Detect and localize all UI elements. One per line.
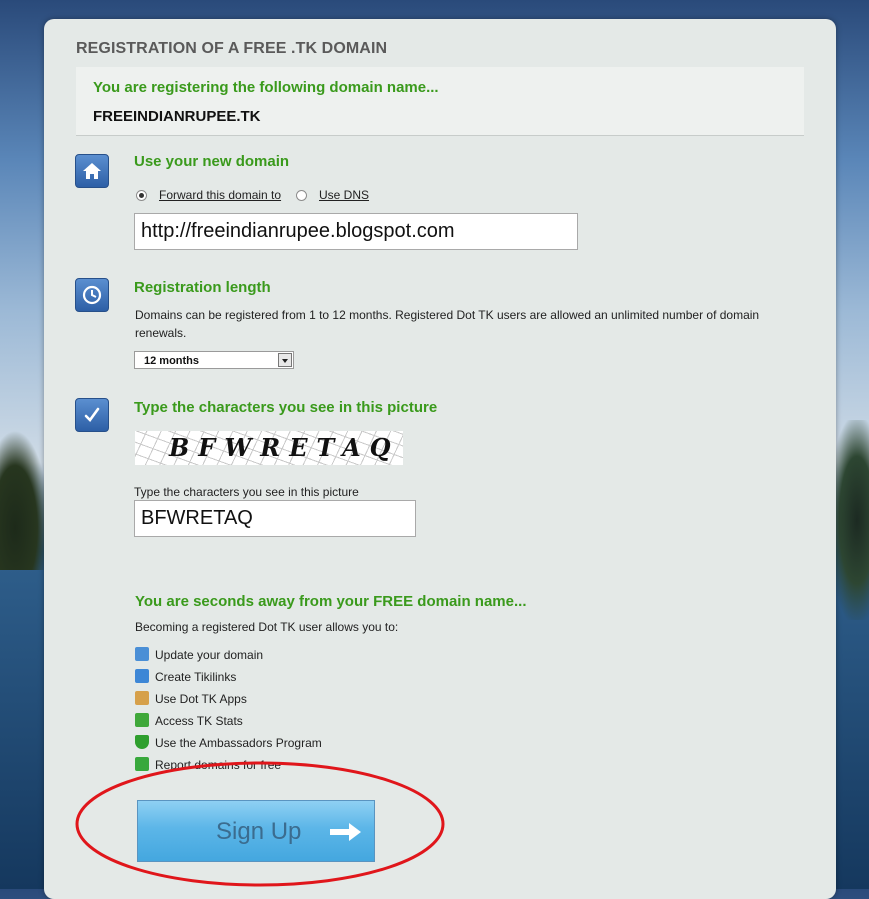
home-icon <box>75 154 109 188</box>
sign-up-label: Sign Up <box>216 818 302 845</box>
registration-card: REGISTRATION OF A FREE .TK DOMAIN You ar… <box>44 19 836 899</box>
captcha-title: Type the characters you see in this pict… <box>134 399 438 416</box>
shield-check-icon <box>135 735 149 749</box>
benefit-label: Use the Ambassadors Program <box>155 736 322 750</box>
dns-radio[interactable] <box>296 190 307 201</box>
chevron-down-icon[interactable] <box>278 353 292 367</box>
background-island-left <box>0 430 50 570</box>
captcha-image: BFWRETAQ <box>135 431 403 465</box>
page-title: REGISTRATION OF A FREE .TK DOMAIN <box>76 40 388 57</box>
refresh-icon <box>135 647 149 661</box>
registration-length-select[interactable]: 12 months <box>134 351 294 369</box>
benefit-label: Update your domain <box>155 648 264 662</box>
benefits-title: You are seconds away from your FREE doma… <box>135 593 527 610</box>
plus-icon <box>135 757 149 771</box>
checkmark-icon <box>75 398 109 432</box>
chart-icon <box>135 713 149 727</box>
captcha-image-text: BFWRETAQ <box>169 433 400 462</box>
domain-summary: You are registering the following domain… <box>76 67 804 136</box>
forward-option-label[interactable]: Forward this domain to <box>159 188 281 202</box>
arrow-right-icon <box>330 823 361 841</box>
sign-up-button[interactable]: Sign Up <box>137 800 375 862</box>
forward-radio[interactable] <box>136 190 147 201</box>
benefit-label: Use Dot TK Apps <box>155 692 247 706</box>
forward-url-input[interactable] <box>134 213 578 250</box>
package-icon <box>135 691 149 705</box>
registration-length-title: Registration length <box>134 279 271 296</box>
registration-length-value: 12 months <box>144 355 200 367</box>
arrow-link-icon <box>135 669 149 683</box>
domain-name: FREEINDIANRUPEE.TK <box>93 108 261 125</box>
benefit-label: Report domains for free <box>155 758 282 772</box>
benefit-label: Create Tikilinks <box>155 670 237 684</box>
dns-option-label[interactable]: Use DNS <box>319 188 369 202</box>
benefit-label: Access TK Stats <box>155 714 243 728</box>
registration-length-description: Domains can be registered from 1 to 12 m… <box>135 308 760 340</box>
captcha-field-label: Type the characters you see in this pict… <box>134 485 359 499</box>
domain-prompt: You are registering the following domain… <box>93 79 439 96</box>
captcha-input[interactable] <box>134 500 416 537</box>
clock-icon <box>75 278 109 312</box>
use-domain-title: Use your new domain <box>134 153 290 170</box>
benefits-intro: Becoming a registered Dot TK user allows… <box>135 620 399 634</box>
